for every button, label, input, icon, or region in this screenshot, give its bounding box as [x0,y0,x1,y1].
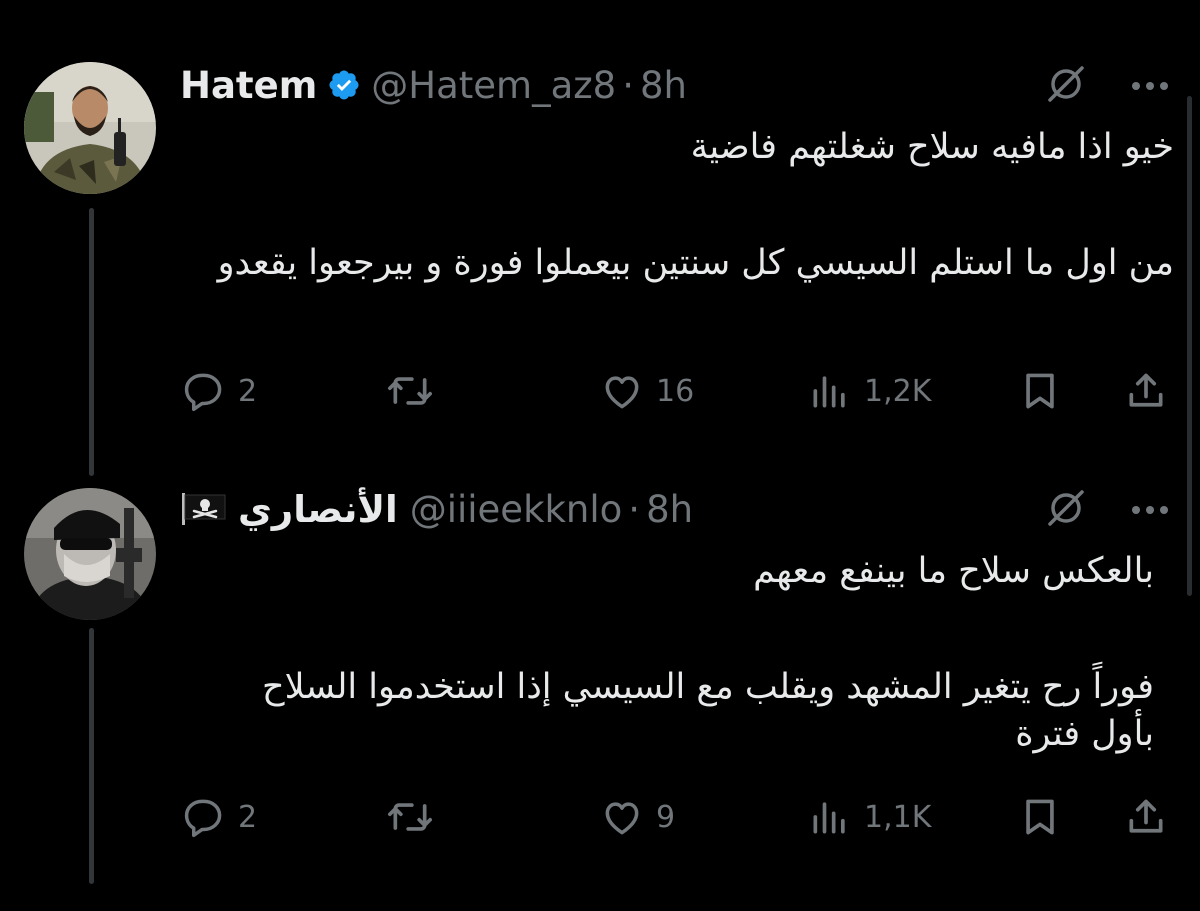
tweet[interactable]: الأنصاري @iiieekknlo · 8h بالعكس سلاح ما… [0,450,1200,911]
verified-badge-icon [327,68,361,102]
user-handle[interactable]: @Hatem_az8 [371,64,616,107]
tweet-text-paragraph-2: فوراً رح يتغير المشهد ويقلب مع السيسي إذ… [262,667,1154,754]
tweet-header: الأنصاري @iiieekknlo · 8h [180,484,693,534]
speech-bubble-icon [184,799,222,838]
heart-icon [605,376,639,409]
tweet-top-icons [1044,488,1170,532]
more-dots-icon[interactable] [1130,77,1170,96]
retweet-icon [388,803,432,831]
like-count: 16 [656,373,695,409]
like-button[interactable]: 16 [600,366,694,416]
views-count: 1,2K [864,373,932,409]
views-button[interactable]: 1,1K [808,792,931,842]
views-count: 1,1K [864,799,932,835]
user-handle[interactable]: @iiieekknlo [410,488,623,531]
masked-avatar-image [24,488,156,620]
reply-count: 2 [238,799,258,835]
more-dots-icon[interactable] [1130,501,1170,520]
bookmark-icon [1026,799,1054,835]
like-count: 9 [656,799,676,835]
pirate-flag-icon [180,491,228,527]
share-button[interactable] [1124,366,1168,416]
tweet-top-icons [1044,64,1170,108]
timestamp[interactable]: 8h [640,64,687,107]
speech-bubble-icon [184,373,222,412]
retweet-button[interactable] [386,366,434,416]
reply-button[interactable]: 2 [182,366,257,416]
tweet-text-line-1: خيو اذا مافيه سلاح شغلتهم فاضية [690,127,1174,167]
like-button[interactable]: 9 [600,792,675,842]
grok-icon[interactable] [1044,62,1088,110]
bar-chart-icon [813,376,845,408]
retweet-button[interactable] [386,792,434,842]
tweet[interactable]: Hatem @Hatem_az8 · 8h خيو اذا مافيه سلاح [0,0,1200,450]
share-icon [1129,373,1163,407]
tweet-header: Hatem @Hatem_az8 · 8h [180,60,687,110]
bookmark-button[interactable] [1018,792,1062,842]
avatar[interactable] [24,62,156,194]
views-button[interactable]: 1,2K [808,366,931,416]
reply-button[interactable]: 2 [182,792,257,842]
separator-dot: · [628,487,641,531]
tweet-text-paragraph-2: من اول ما استلم السيسي كل سنتين بيعملوا … [217,243,1174,283]
tweet-actions: 2 9 1,1K [182,792,1172,842]
soldier-avatar-image [24,62,156,194]
tweet-actions: 2 16 1,2K [182,366,1172,416]
display-name[interactable]: Hatem [180,64,317,107]
separator-dot: · [622,63,634,107]
heart-icon [605,802,639,835]
timestamp[interactable]: 8h [646,488,693,531]
grok-icon[interactable] [1044,486,1088,534]
display-name[interactable]: الأنصاري [238,488,398,531]
bar-chart-icon [813,802,845,834]
tweet-text-line-1: بالعكس سلاح ما بينفع معهم [753,551,1154,591]
bookmark-button[interactable] [1018,366,1062,416]
avatar[interactable] [24,488,156,620]
bookmark-icon [1026,373,1054,409]
reply-count: 2 [238,373,258,409]
share-button[interactable] [1124,792,1168,842]
retweet-icon [388,377,432,405]
share-icon [1129,799,1163,833]
